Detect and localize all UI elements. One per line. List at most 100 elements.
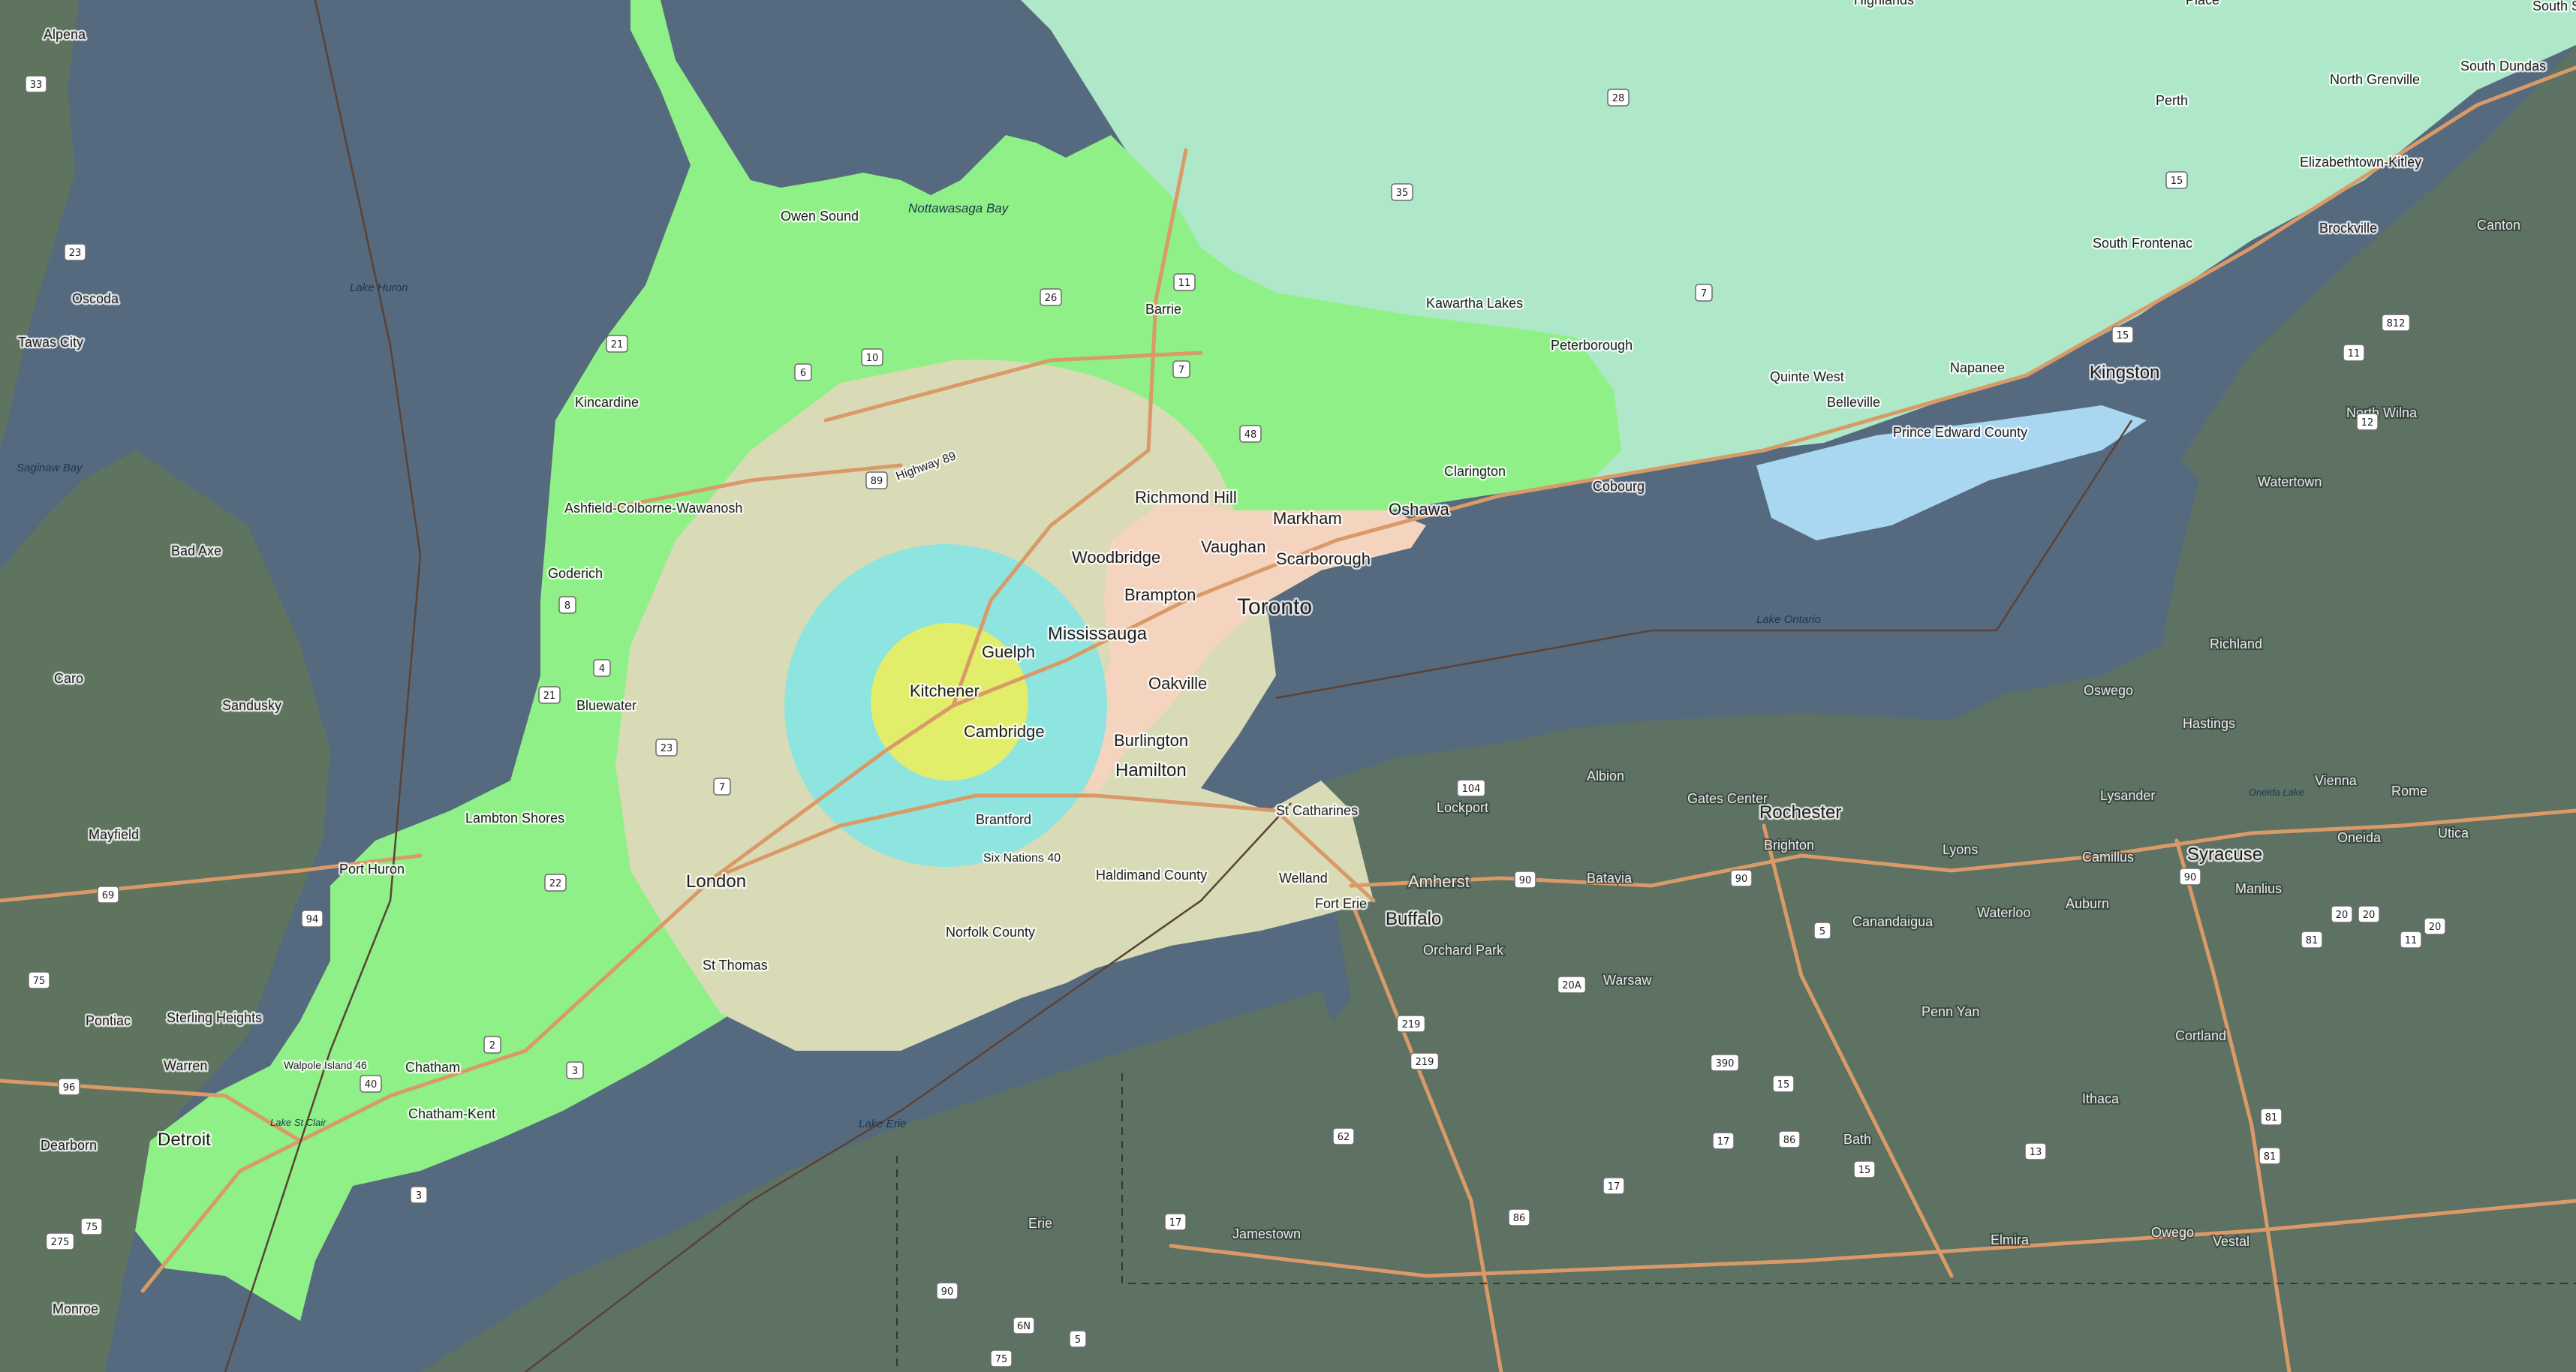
town-tawas-city[interactable]: Tawas City xyxy=(17,333,86,352)
town-prince-edward[interactable]: Prince Edward County xyxy=(1891,423,2030,442)
town-alpena[interactable]: Alpena xyxy=(42,26,89,44)
town-kawartha[interactable]: Kawartha Lakes xyxy=(1425,294,1525,313)
town-utica[interactable]: Utica xyxy=(2436,824,2471,842)
town-elmira[interactable]: Elmira xyxy=(1989,1231,2031,1249)
town-bad-axe[interactable]: Bad Axe xyxy=(170,542,224,561)
town-brantford[interactable]: Brantford xyxy=(974,811,1034,829)
town-richland[interactable]: Richland xyxy=(2208,635,2264,653)
town-oscoda[interactable]: Oscoda xyxy=(71,290,122,308)
town-south-dundas[interactable]: South Dundas xyxy=(2459,57,2548,76)
town-warsaw[interactable]: Warsaw xyxy=(1602,971,1654,989)
town-north-grenville[interactable]: North Grenville xyxy=(2328,71,2422,89)
city-mississauga[interactable]: Mississauga xyxy=(1046,622,1150,646)
town-orchard-park[interactable]: Orchard Park xyxy=(1422,941,1506,959)
town-sandusky[interactable]: Sandusky xyxy=(221,697,284,715)
town-walpole[interactable]: Walpole Island 46 xyxy=(282,1058,369,1073)
town-woodbridge[interactable]: Woodbridge xyxy=(1070,546,1163,569)
town-waterloo[interactable]: Waterloo xyxy=(1976,904,2032,922)
town-auburn[interactable]: Auburn xyxy=(2064,895,2111,913)
town-albion[interactable]: Albion xyxy=(1585,767,1626,785)
town-gates-center[interactable]: Gates Center xyxy=(1686,790,1769,808)
town-watertown[interactable]: Watertown xyxy=(2256,473,2323,491)
city-detroit[interactable]: Detroit xyxy=(156,1128,213,1152)
town-warren[interactable]: Warren xyxy=(162,1057,209,1076)
town-burlington[interactable]: Burlington xyxy=(1112,730,1190,752)
town-bluewater[interactable]: Bluewater xyxy=(575,697,639,715)
town-monroe[interactable]: Monroe xyxy=(51,1300,101,1319)
town-rome[interactable]: Rome xyxy=(2390,782,2429,800)
city-syracuse[interactable]: Syracuse xyxy=(2186,843,2265,867)
town-scarborough[interactable]: Scarborough xyxy=(1274,548,1373,570)
town-manlius[interactable]: Manlius xyxy=(2234,880,2283,898)
town-six-nations[interactable]: Six Nations 40 xyxy=(982,850,1063,867)
town-oswego[interactable]: Oswego xyxy=(2082,681,2135,700)
town-st-thomas[interactable]: St Thomas xyxy=(701,956,770,975)
town-vienna[interactable]: Vienna xyxy=(2313,772,2359,790)
town-jamestown[interactable]: Jamestown xyxy=(1231,1225,1302,1243)
town-canton[interactable]: Canton xyxy=(2475,216,2522,234)
town-mayfield[interactable]: Mayfield xyxy=(87,826,141,844)
town-oshawa[interactable]: Oshawa xyxy=(1387,498,1452,521)
town-chatham[interactable]: Chatham xyxy=(404,1058,462,1077)
town-erie[interactable]: Erie xyxy=(1027,1214,1054,1232)
town-sterling-heights[interactable]: Sterling Heights xyxy=(165,1009,264,1027)
town-south-stormont[interactable]: South Stormont xyxy=(2531,0,2576,16)
city-kingston[interactable]: Kingston xyxy=(2088,361,2162,385)
town-peterborough[interactable]: Peterborough xyxy=(1549,336,1635,355)
town-cortland[interactable]: Cortland xyxy=(2174,1027,2228,1045)
town-highlands[interactable]: Highlands xyxy=(1852,0,1916,10)
town-clarington[interactable]: Clarington xyxy=(1443,462,1508,481)
town-haldimand[interactable]: Haldimand County xyxy=(1094,866,1209,885)
town-fort-erie[interactable]: Fort Erie xyxy=(1314,895,1369,913)
town-goderich[interactable]: Goderich xyxy=(546,564,605,583)
town-oakville[interactable]: Oakville xyxy=(1147,672,1209,695)
town-place[interactable]: Place xyxy=(2184,0,2222,10)
town-south-frontenac[interactable]: South Frontenac xyxy=(2091,234,2195,253)
town-barrie[interactable]: Barrie xyxy=(1144,300,1184,319)
town-owen-sound[interactable]: Owen Sound xyxy=(779,207,861,226)
town-napanee[interactable]: Napanee xyxy=(1949,359,2007,378)
city-cambridge[interactable]: Cambridge xyxy=(962,721,1047,743)
town-richmond-hill[interactable]: Richmond Hill xyxy=(1133,486,1239,509)
town-dearborn[interactable]: Dearborn xyxy=(39,1136,99,1155)
town-quinte-west[interactable]: Quinte West xyxy=(1768,368,1846,387)
town-chatham-kent[interactable]: Chatham-Kent xyxy=(407,1105,498,1124)
town-canandaigua[interactable]: Canandaigua xyxy=(1851,913,1935,931)
city-rochester[interactable]: Rochester xyxy=(1758,801,1843,825)
town-brockville[interactable]: Brockville xyxy=(2318,219,2379,238)
town-bath[interactable]: Bath xyxy=(1842,1130,1873,1148)
town-norfolk[interactable]: Norfolk County xyxy=(944,923,1037,942)
town-vestal[interactable]: Vestal xyxy=(2211,1232,2251,1250)
town-belleville[interactable]: Belleville xyxy=(1825,393,1882,412)
town-oneida[interactable]: Oneida xyxy=(2336,829,2383,847)
town-hastings[interactable]: Hastings xyxy=(2181,715,2237,733)
city-london[interactable]: London xyxy=(685,870,748,894)
town-vaughan[interactable]: Vaughan xyxy=(1199,536,1268,558)
town-lyons[interactable]: Lyons xyxy=(1941,841,1979,859)
city-buffalo[interactable]: Buffalo xyxy=(1384,907,1443,931)
town-brampton[interactable]: Brampton xyxy=(1123,584,1198,606)
town-elizabethtown[interactable]: Elizabethtown-Kitley xyxy=(2298,153,2424,172)
town-brighton[interactable]: Brighton xyxy=(1762,836,1816,854)
town-st-catharines[interactable]: St Catharines xyxy=(1274,802,1360,820)
town-penn-yan[interactable]: Penn Yan xyxy=(1920,1003,1981,1021)
town-cobourg[interactable]: Cobourg xyxy=(1591,477,1647,496)
city-kitchener[interactable]: Kitchener xyxy=(908,680,982,703)
city-toronto[interactable]: Toronto xyxy=(1235,593,1314,621)
town-amherst[interactable]: Amherst xyxy=(1407,871,1471,892)
city-guelph[interactable]: Guelph xyxy=(980,641,1037,663)
town-markham[interactable]: Markham xyxy=(1271,507,1344,530)
town-lysander[interactable]: Lysander xyxy=(2099,787,2156,805)
map-canvas[interactable]: Nottawasaga Bay Lake Huron Saginaw Bay L… xyxy=(0,0,2576,1372)
town-perth[interactable]: Perth xyxy=(2154,92,2190,110)
city-hamilton[interactable]: Hamilton xyxy=(1114,759,1189,783)
town-batavia[interactable]: Batavia xyxy=(1585,869,1634,887)
town-lockport[interactable]: Lockport xyxy=(1435,799,1490,817)
town-lambton-shores[interactable]: Lambton Shores xyxy=(464,809,567,828)
town-ithaca[interactable]: Ithaca xyxy=(2081,1090,2121,1108)
town-camillus[interactable]: Camillus xyxy=(2081,848,2135,866)
town-kincardine[interactable]: Kincardine xyxy=(573,393,641,412)
town-pontiac[interactable]: Pontiac xyxy=(84,1012,133,1031)
town-caro[interactable]: Caro xyxy=(53,669,86,688)
town-owego[interactable]: Owego xyxy=(2150,1223,2195,1241)
